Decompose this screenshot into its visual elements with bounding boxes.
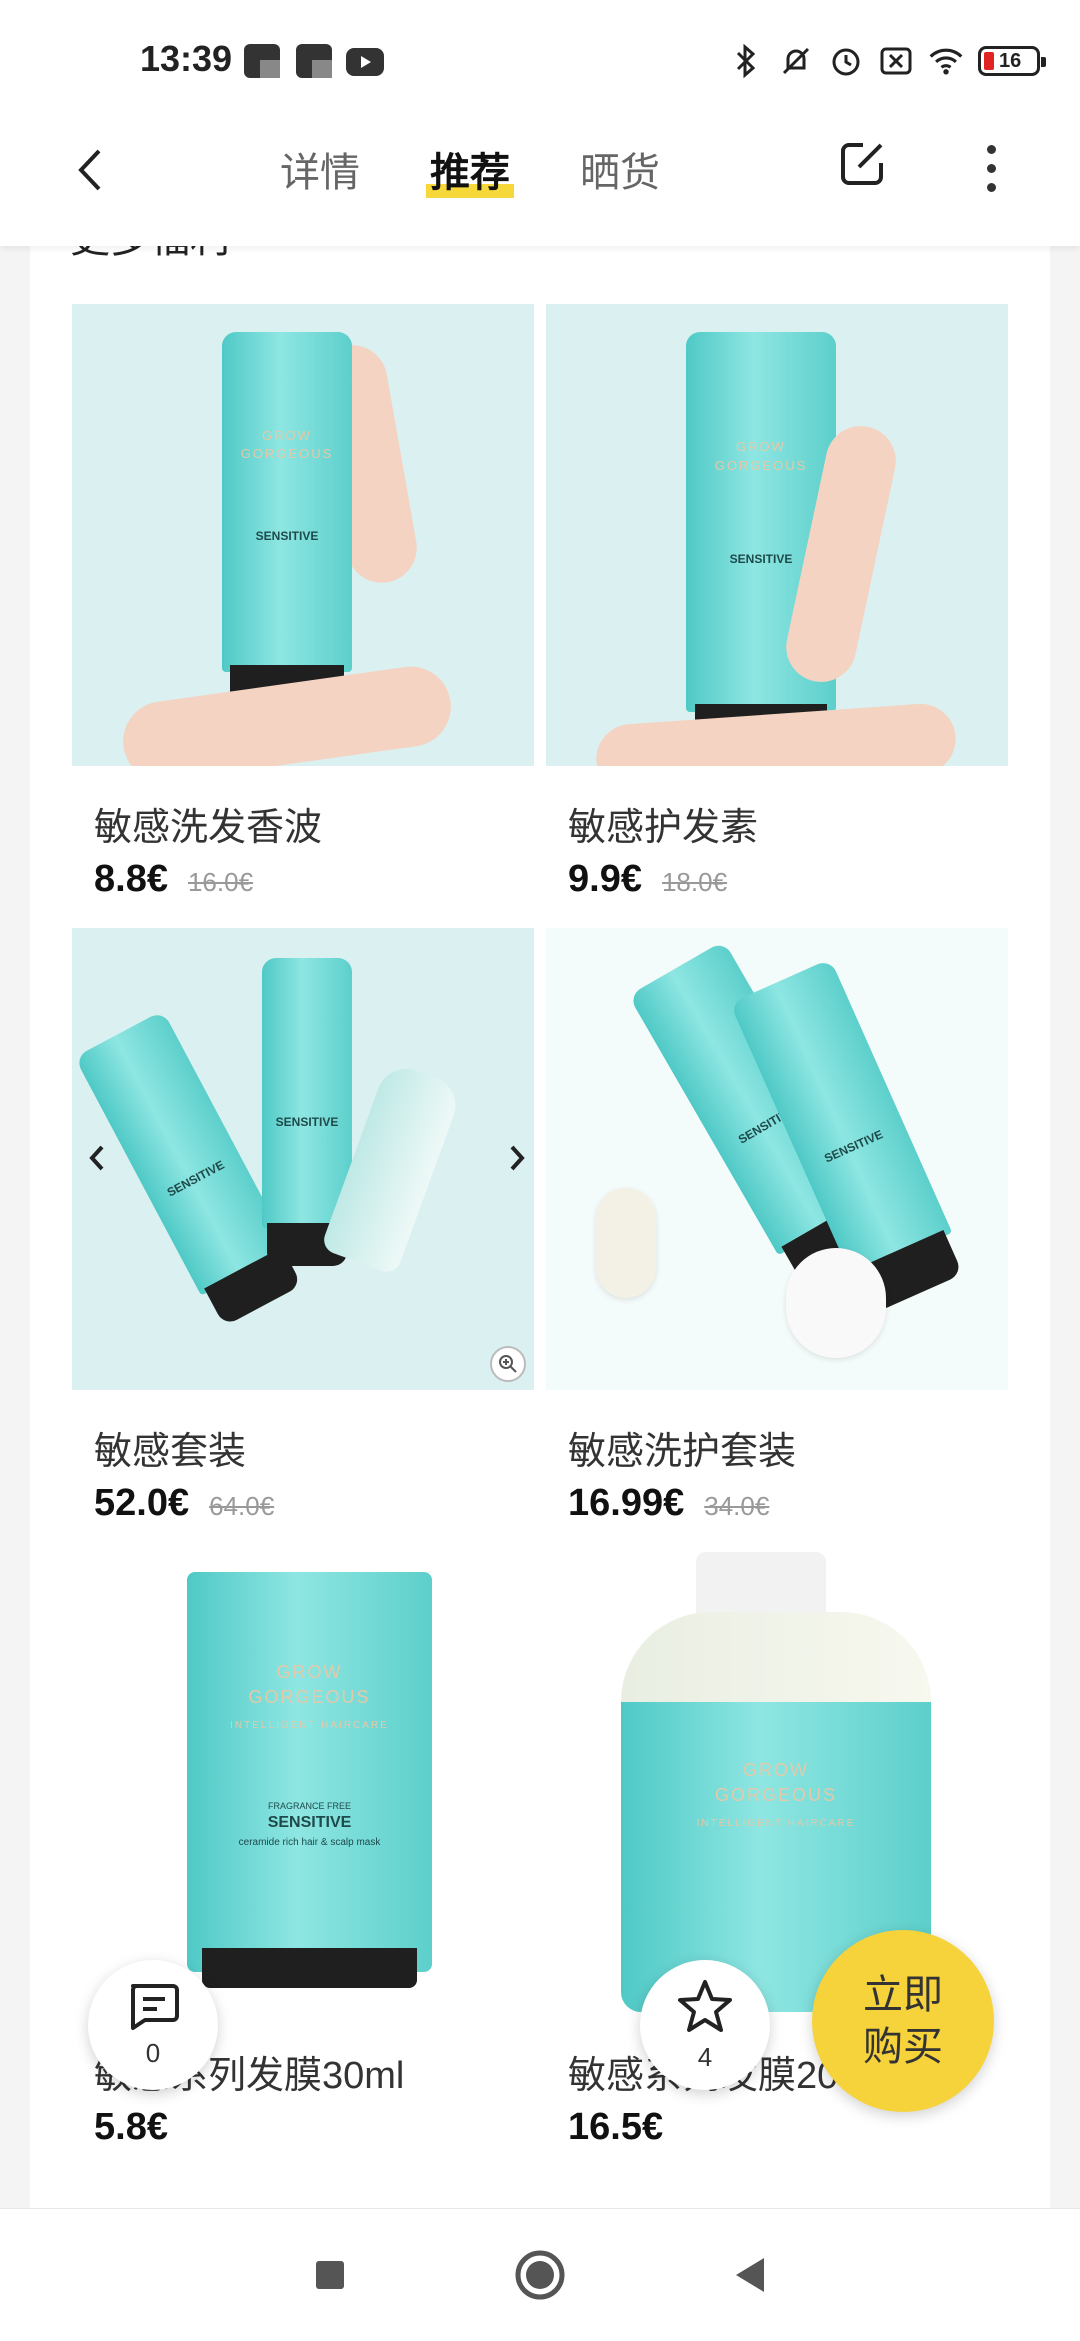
section-title: 更多福利	[70, 246, 230, 264]
product-original-price: 18.0€	[661, 867, 728, 897]
tab-bar: 详情 推荐 晒货	[280, 136, 660, 202]
product-prices: 16.5€	[568, 2106, 1008, 2176]
product-name: 敏感洗发香波	[94, 807, 323, 849]
product-image[interactable]: GROW GORGEOUS SENSITIVE	[72, 304, 534, 766]
product-original-price: 16.0€	[187, 867, 254, 897]
app-notification-icon	[244, 44, 280, 78]
comment-icon	[131, 1983, 179, 2030]
zoom-in-icon	[499, 1355, 517, 1373]
circle-icon	[515, 2250, 565, 2300]
top-nav-header: 详情 推荐 晒货	[0, 120, 1080, 246]
carousel-prev-button[interactable]	[82, 1138, 112, 1178]
tab-reviews[interactable]: 晒货	[580, 136, 660, 202]
product-price: 16.99€	[568, 1482, 685, 1524]
favorite-button[interactable]: 4	[640, 1960, 770, 2090]
product-original-price: 34.0€	[704, 1491, 770, 1521]
battery-icon: 16	[978, 46, 1046, 76]
recents-button[interactable]	[300, 2245, 360, 2305]
product-prices: 9.9€ 18.0€	[568, 858, 1008, 928]
more-dot-icon	[986, 182, 996, 192]
chevron-left-icon	[78, 149, 101, 191]
triangle-back-icon	[736, 2258, 764, 2292]
product-prices: 5.8€	[94, 2106, 534, 2176]
system-icons: 16	[728, 38, 1046, 84]
tab-details[interactable]: 详情	[280, 136, 360, 202]
mute-icon	[778, 43, 814, 79]
product-image[interactable]: SENSITIVE SENSITIVE	[546, 928, 1008, 1390]
product-card[interactable]: SENSITIVE SENSITIVE 敏感套装 52.0€ 64.0€	[72, 928, 534, 1552]
star-icon	[678, 1979, 732, 2032]
product-prices: 8.8€ 16.0€	[94, 858, 534, 928]
carousel-next-button[interactable]	[502, 1138, 532, 1178]
product-image-carousel[interactable]: SENSITIVE SENSITIVE	[72, 928, 534, 1390]
app-notification-icon	[296, 44, 332, 78]
zoom-button[interactable]	[490, 1346, 526, 1382]
status-bar: 13:39 16	[0, 0, 1080, 120]
comments-button[interactable]: 0	[88, 1960, 218, 2090]
home-button[interactable]	[510, 2245, 570, 2305]
buy-now-button[interactable]: 立即购买	[812, 1930, 994, 2112]
product-card[interactable]: GROW GORGEOUS SENSITIVE 敏感洗发香波 8.8€ 16.0€	[72, 304, 534, 928]
product-tube: GROW GORGEOUS INTELLIGENT HAIRCARE FRAGRAN…	[187, 1572, 432, 1988]
product-card[interactable]: GROW GORGEOUS SENSITIVE 敏感护发素 9.9€ 18.0€	[546, 304, 1008, 928]
recommendations-panel: 更多福利 GROWGORGEOUS SENSITIVE 敏感洗发香波 8.8€ …	[30, 246, 1050, 2208]
product-price: 16.5€	[568, 2106, 664, 2148]
buy-now-label: 立即购买	[863, 1973, 943, 2069]
product-grid: GROW GORGEOUS SENSITIVE 敏感洗发香波 8.8€ 16.0€…	[72, 304, 1008, 2176]
square-icon	[316, 2261, 344, 2289]
product-image[interactable]: GROW GORGEOUS INTELLIGENT HAIRCARE FRAGRAN…	[72, 1552, 534, 2014]
more-dot-icon	[986, 163, 996, 173]
product-name: 敏感套装	[94, 1431, 247, 1473]
product-original-price: 64.0€	[209, 1491, 275, 1521]
more-dot-icon	[986, 144, 996, 154]
battery-level-fill	[984, 52, 994, 70]
product-name: 敏感护发素	[568, 807, 759, 849]
chevron-right-icon	[510, 1145, 525, 1171]
product-swatch	[786, 1248, 886, 1358]
product-price: 5.8€	[94, 2106, 168, 2148]
product-name: 敏感洗护套装	[568, 1431, 797, 1473]
tab-recommended[interactable]: 推荐	[426, 136, 514, 202]
bluetooth-icon	[728, 43, 764, 79]
product-card[interactable]: SENSITIVE SENSITIVE 敏感洗护套装 16.99€ 34.0€	[546, 928, 1008, 1552]
edit-button[interactable]	[832, 134, 892, 194]
status-time: 13:39	[140, 38, 233, 79]
more-options-button[interactable]	[966, 128, 1016, 208]
product-price: 8.8€	[94, 858, 168, 900]
wifi-icon	[928, 43, 964, 79]
product-swatch	[596, 1188, 656, 1298]
sim-off-icon	[878, 43, 914, 79]
youtube-icon	[346, 48, 384, 76]
back-nav-button[interactable]	[720, 2245, 780, 2305]
product-price: 9.9€	[568, 858, 642, 900]
favorite-count: 4	[697, 2041, 713, 2072]
chevron-left-icon	[89, 1145, 104, 1171]
alarm-icon	[828, 43, 864, 79]
system-nav-bar	[0, 2208, 1080, 2341]
product-image[interactable]: GROW GORGEOUS SENSITIVE	[546, 304, 1008, 766]
edit-icon	[841, 143, 883, 185]
product-prices: 16.99€ 34.0€	[568, 1482, 1008, 1552]
product-price: 52.0€	[94, 1482, 190, 1524]
comment-count: 0	[145, 2037, 161, 2068]
product-prices: 52.0€ 64.0€	[94, 1482, 534, 1552]
battery-level: 16	[999, 50, 1022, 72]
product-tube: SENSITIVE	[262, 958, 352, 1266]
product-tube: GROW GORGEOUS SENSITIVE	[222, 332, 352, 720]
back-button[interactable]	[60, 130, 120, 210]
